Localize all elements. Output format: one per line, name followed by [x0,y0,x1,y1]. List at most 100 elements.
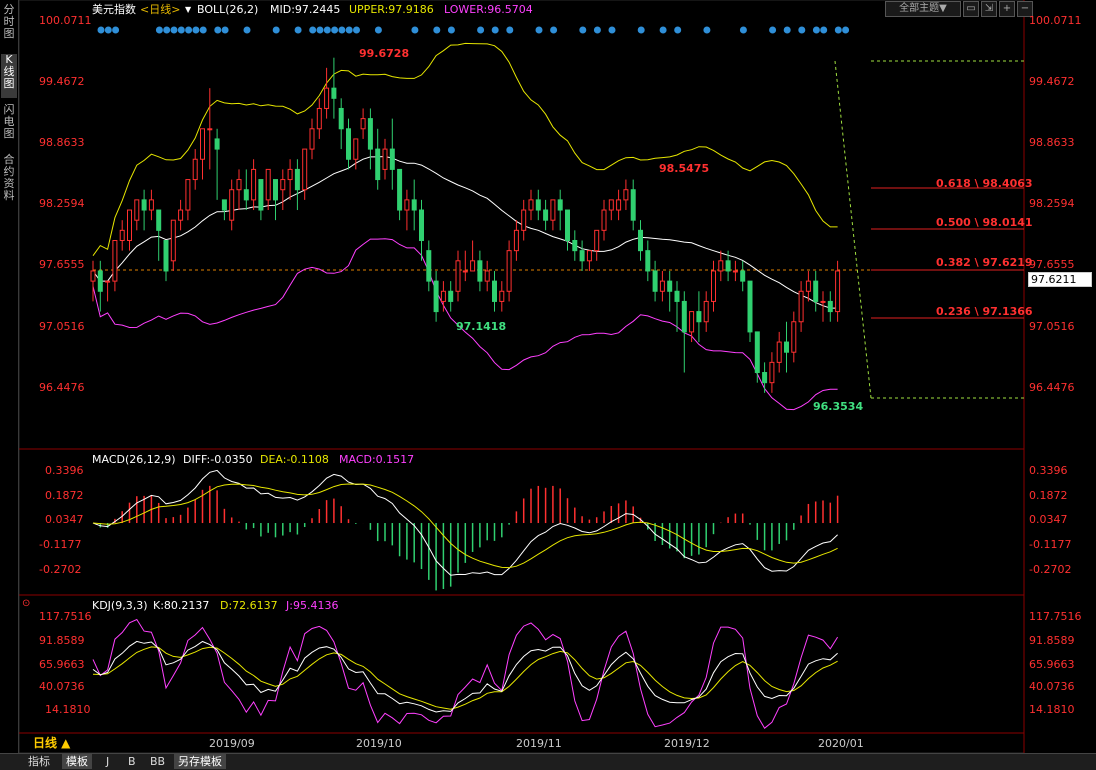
signal-dot [353,26,360,34]
settings-icon[interactable]: ⊙ [22,597,30,610]
candle-body [462,270,468,273]
macd-tick-l-2: 0.0347 [45,513,84,526]
zoom-in-icon[interactable]: + [999,1,1015,17]
candle-body [594,229,600,252]
kdj-tick-l-3: 40.0736 [39,680,85,693]
kdj-k-line [92,640,838,713]
candle-body [572,239,578,252]
kline-chart-svg[interactable] [19,0,1096,753]
candle-body [170,219,176,262]
bottom-toolbar: 指标 模板 J B BB 另存模板 [0,753,1096,770]
signal-dot [783,26,791,34]
candle-body [97,270,103,292]
fib-0500-label: 0.500 \ 98.0141 [936,216,1033,229]
candle-body [375,148,381,181]
candle-body [754,331,760,374]
expand-icon[interactable]: ⇲ [981,1,997,17]
candle-body [112,239,118,282]
tab-flash-chart[interactable]: 闪电图 [1,104,17,148]
candle-body [280,179,286,191]
fib-0618-label: 0.618 \ 98.4063 [936,177,1033,190]
price-tick-left-3: 98.2594 [39,197,85,210]
period-select-button[interactable]: 日线 ▲ [33,737,70,750]
signal-dot [739,26,747,34]
tab-j[interactable]: J [102,754,113,769]
candle-body [448,290,454,302]
candle-body [426,250,432,282]
price-tick-right-0: 100.0711 [1029,14,1082,27]
price-tick-left-5: 97.0516 [39,320,85,333]
candle-body [207,128,213,131]
signal-dot [331,26,339,34]
price-tick-left-2: 98.8633 [39,136,85,149]
candle-body [652,270,658,292]
price-tick-left-0: 100.0711 [39,14,92,27]
candle-body [725,260,731,272]
candle-body [784,341,789,353]
signal-dot [674,26,682,34]
price-tick-left-1: 99.4672 [39,75,85,88]
candle-body [484,270,490,282]
candle-body [740,270,746,282]
candle-body [762,372,768,384]
signal-dot [192,26,200,34]
tab-kline-chart[interactable]: K线图 [1,54,17,98]
candle-body [302,148,308,191]
candle-body [404,199,410,211]
kdj-d: D:72.6137 [220,599,278,612]
kdj-tick-l-1: 91.8589 [39,634,85,647]
date-label-0: 2019/09 [209,737,255,750]
tab-bb[interactable]: BB [146,754,169,769]
signal-dot [243,26,251,34]
period-label: <日线> [140,3,181,16]
signal-dot [411,26,419,34]
layout-icon[interactable]: ▭ [963,1,979,17]
candle-body [127,209,132,241]
candle-body [798,290,804,323]
tab-time-chart[interactable]: 分时图 [1,4,17,48]
tab-b[interactable]: B [124,754,140,769]
candle-body [499,290,505,302]
kdj-d-line [92,646,838,710]
signal-dot [112,26,120,34]
candle-body [192,158,198,181]
price-tick-right-5: 97.0516 [1029,320,1075,333]
boll-lower: LOWER:96.5704 [444,3,533,16]
candle-body [667,280,673,292]
instrument-name: 美元指数 [92,3,136,16]
candle-body [229,189,235,221]
signal-dot [155,26,163,34]
left-sidebar: 分时图 K线图 闪电图 合约资料 [0,0,19,769]
macd-tick-l-4: -0.2702 [39,563,82,576]
candle-body [185,179,191,211]
all-themes-button[interactable]: 全部主题▼ [885,1,961,17]
fib-trend-dashed [834,60,872,399]
tab-templates[interactable]: 模板 [62,754,92,769]
candle-body [397,168,403,211]
signal-dot [842,26,850,34]
candle-body [419,209,424,241]
candle-body [470,260,476,272]
signal-dot [659,26,667,34]
candle-body [623,189,629,201]
candle-body [820,300,826,303]
dropdown-icon[interactable]: ▼ [185,3,191,16]
boll-label: BOLL(26,2) [197,3,259,16]
tab-indicators[interactable]: 指标 [24,754,54,769]
kdj-title: KDJ(9,3,3) [92,599,148,612]
candle-body [346,128,351,160]
kdj-k: K:80.2137 [153,599,210,612]
candle-body [141,199,147,211]
macd-tick-r-2: 0.0347 [1029,513,1068,526]
signal-dot [97,26,105,34]
candle-body [732,270,738,273]
macd-tick-r-0: 0.3396 [1029,464,1068,477]
macd-dea: DEA:-0.1108 [260,453,329,466]
candle-body [389,148,395,170]
signal-dot [477,26,485,34]
macd-tick-l-1: 0.1872 [45,489,84,502]
tab-save-template[interactable]: 另存模板 [174,754,226,769]
chart-area[interactable]: 美元指数 <日线> ▼ BOLL(26,2) MID:97.2445 UPPER… [19,0,1096,769]
tab-contract-info[interactable]: 合约资料 [1,154,17,210]
candle-body [616,199,622,211]
